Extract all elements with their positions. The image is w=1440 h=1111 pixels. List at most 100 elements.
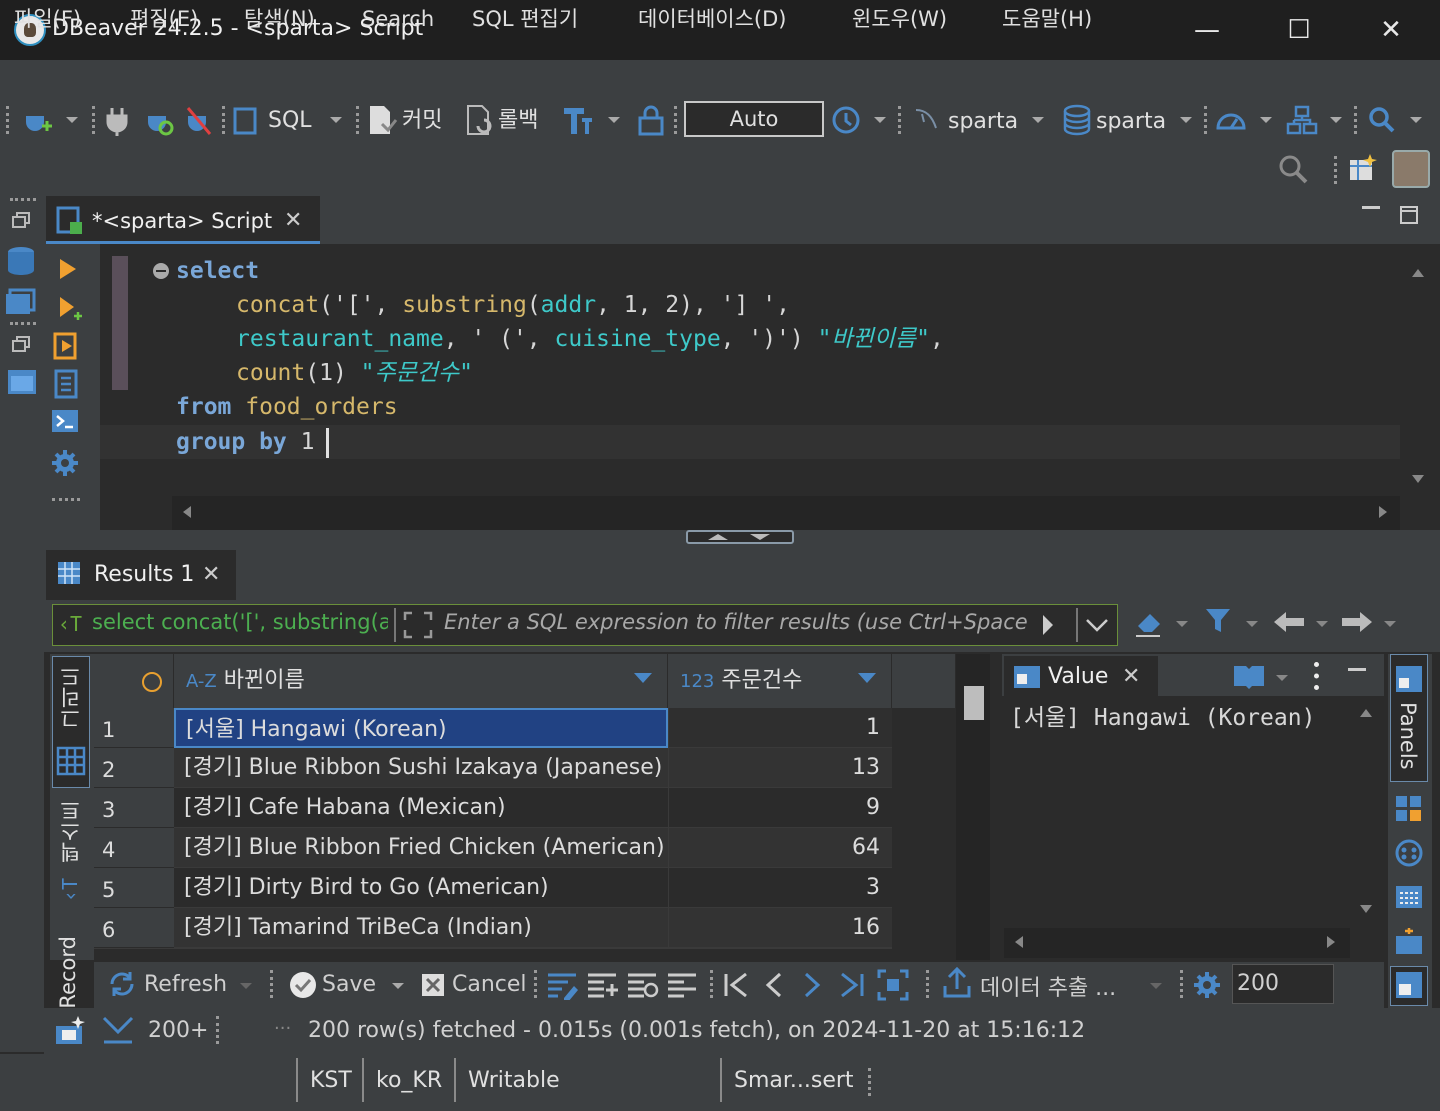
export-data-button[interactable]: 데이터 추출 ...	[980, 970, 1116, 1002]
cell-name[interactable]: [경기] Dirty Bird to Go (American)	[174, 868, 668, 908]
cell-count[interactable]: 13	[668, 748, 892, 788]
chevron-down-icon[interactable]	[1148, 978, 1164, 994]
cell-count[interactable]: 64	[668, 828, 892, 868]
cell-name[interactable]: [경기] Cafe Habana (Mexican)	[174, 788, 668, 828]
perspective-icon[interactable]	[1346, 152, 1380, 186]
settings-gear-icon[interactable]	[50, 448, 80, 478]
dashboard-gauge-icon[interactable]	[1214, 104, 1248, 136]
scroll-right-icon[interactable]	[1324, 934, 1338, 950]
chevron-down-icon[interactable]	[1328, 112, 1344, 128]
chevron-down-icon[interactable]	[1178, 112, 1194, 128]
filter-funnel-icon[interactable]	[1204, 606, 1232, 636]
menu-file[interactable]: 파일(F)	[14, 2, 81, 36]
menu-navigate[interactable]: 탐색(N)	[244, 2, 315, 36]
save-button[interactable]: Save	[322, 972, 376, 997]
forward-arrow-icon[interactable]	[1340, 610, 1374, 634]
datasource-selector[interactable]: sparta	[948, 102, 1018, 142]
value-horizontal-scrollbar[interactable]	[1004, 928, 1350, 958]
previous-page-icon[interactable]	[762, 970, 786, 1000]
cell-name[interactable]: [경기] Tamarind TriBeCa (Indian)	[174, 908, 668, 948]
scroll-left-icon[interactable]	[180, 504, 194, 520]
menu-search[interactable]: Search	[362, 2, 434, 36]
scroll-up-icon[interactable]	[1358, 706, 1374, 720]
first-page-icon[interactable]	[722, 970, 750, 1000]
menu-window[interactable]: 윈도우(W)	[852, 2, 947, 36]
refresh-button[interactable]: Refresh	[144, 972, 227, 997]
scroll-down-icon[interactable]	[1410, 472, 1426, 486]
maximize-editor-icon[interactable]	[1398, 204, 1420, 226]
commit-button[interactable]: 커밋	[402, 101, 442, 141]
chevron-down-icon[interactable]	[64, 112, 80, 128]
cell-count[interactable]: 3	[668, 868, 892, 908]
last-page-icon[interactable]	[838, 970, 866, 1000]
chevron-down-icon[interactable]	[606, 112, 622, 128]
expand-filter-icon[interactable]	[402, 610, 434, 640]
menu-sql-editor[interactable]: SQL 편집기	[472, 2, 578, 36]
edit-row-icon[interactable]	[546, 970, 580, 1000]
row-number[interactable]: 3	[94, 788, 174, 828]
book-content-icon[interactable]	[1232, 662, 1266, 690]
value-vertical-scrollbar[interactable]	[1350, 696, 1384, 928]
chevron-down-icon[interactable]	[238, 978, 254, 994]
dbeaver-perspective-avatar[interactable]	[1392, 150, 1430, 188]
record-view-label[interactable]: Record	[56, 936, 86, 1009]
cancel-icon[interactable]	[420, 972, 446, 998]
export-data-icon[interactable]	[942, 966, 972, 1000]
collapse-icon[interactable]	[152, 262, 170, 280]
execute-script-icon[interactable]	[52, 330, 80, 362]
row-number[interactable]: 2	[94, 748, 174, 788]
chevron-down-icon[interactable]	[1314, 616, 1330, 632]
sql-editor-icon[interactable]	[232, 106, 262, 136]
lock-icon[interactable]	[636, 104, 666, 136]
cell-count[interactable]: 16	[668, 908, 892, 948]
results-tab-close-icon[interactable]: ✕	[202, 562, 220, 587]
settings-gear-icon[interactable]	[1192, 970, 1222, 1000]
restore-icon[interactable]	[10, 334, 32, 356]
quick-search-icon[interactable]	[1276, 152, 1310, 186]
fetch-all-icon[interactable]	[876, 968, 910, 1002]
eraser-icon[interactable]	[1132, 606, 1166, 640]
chevron-down-icon[interactable]	[1174, 616, 1190, 632]
minimize-panel-icon[interactable]	[1348, 668, 1366, 671]
chevron-down-icon[interactable]	[872, 112, 888, 128]
menu-edit[interactable]: 편집(E)	[130, 2, 198, 36]
fetch-size-input[interactable]: 200	[1232, 964, 1334, 1004]
value-panel-close-icon[interactable]: ✕	[1122, 664, 1140, 689]
erd-diagram-icon[interactable]	[1286, 104, 1318, 136]
scroll-down-icon[interactable]	[1358, 902, 1374, 916]
chevron-down-icon[interactable]	[1382, 616, 1398, 632]
cell-count[interactable]: 1	[668, 708, 892, 748]
explain-plan-icon[interactable]	[52, 368, 80, 400]
fetch-next-icon[interactable]	[100, 1014, 136, 1046]
close-button[interactable]: ✕	[1346, 0, 1436, 60]
delete-row-icon[interactable]	[666, 970, 700, 1000]
chevron-down-icon[interactable]	[1408, 112, 1424, 128]
menu-help[interactable]: 도움말(H)	[1002, 2, 1092, 36]
execute-in-new-tab-icon[interactable]	[56, 294, 82, 324]
minimize-button[interactable]: —	[1162, 0, 1252, 60]
scrollbar-thumb[interactable]	[964, 686, 984, 720]
sql-button[interactable]: SQL	[268, 101, 312, 141]
rollback-button[interactable]: 롤백	[498, 101, 538, 141]
projects-icon[interactable]	[4, 284, 38, 318]
reconnect-icon[interactable]	[144, 104, 174, 136]
menu-database[interactable]: 데이터베이스(D)	[638, 2, 786, 36]
cell-name-selected[interactable]: [서울] Hangawi (Korean)	[174, 708, 668, 748]
grouping-panel-icon[interactable]	[1394, 838, 1424, 868]
value-content[interactable]: [서울] Hangawi (Korean)	[1010, 698, 1315, 732]
scroll-right-icon[interactable]	[1376, 504, 1390, 520]
connect-icon[interactable]	[104, 104, 132, 136]
row-number[interactable]: 1	[94, 708, 174, 748]
select-all-circle-icon[interactable]	[140, 670, 164, 694]
save-check-icon[interactable]	[288, 970, 318, 1000]
chevron-down-icon[interactable]	[1244, 616, 1260, 632]
restore-icon[interactable]	[10, 210, 32, 232]
database-navigator-icon[interactable]	[4, 244, 38, 278]
calculator-panel-icon[interactable]	[1394, 882, 1424, 912]
scroll-up-icon[interactable]	[1410, 266, 1426, 280]
editor-horizontal-scrollbar[interactable]	[172, 496, 1400, 530]
metadata-panel-icon[interactable]	[1394, 794, 1424, 824]
row-number[interactable]: 6	[94, 908, 174, 948]
copy-row-icon[interactable]	[626, 970, 660, 1000]
sort-dropdown-icon[interactable]	[856, 670, 878, 686]
